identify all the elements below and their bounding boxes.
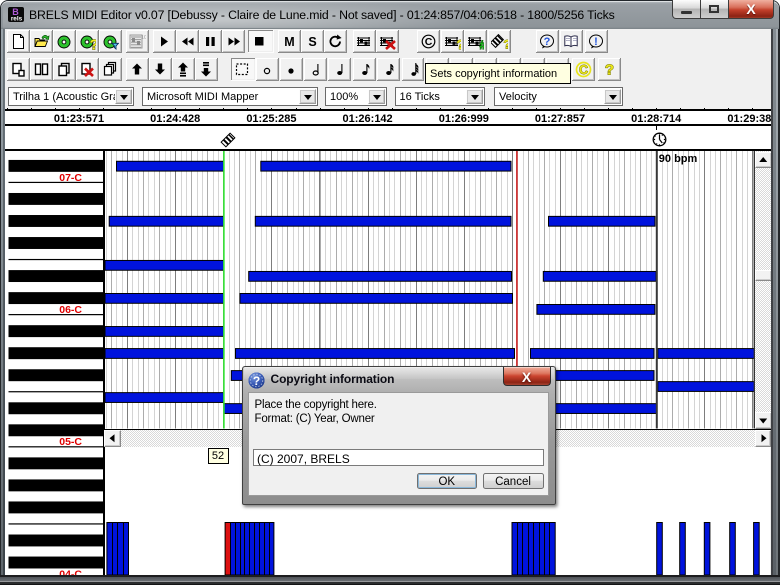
svg-text:S: S	[308, 35, 316, 49]
svg-text:?: ?	[544, 36, 551, 48]
svg-text:C: C	[579, 63, 588, 77]
svg-text:!: !	[594, 36, 598, 48]
svg-text:06-C: 06-C	[59, 304, 82, 316]
svg-text:?: ?	[605, 62, 614, 79]
svg-text:90 bpm: 90 bpm	[658, 153, 697, 165]
svg-text:?: ?	[252, 374, 259, 388]
svg-text:10: 10	[141, 35, 146, 41]
svg-text:C: C	[425, 36, 433, 48]
svg-text:?: ?	[504, 38, 509, 51]
svg-text:M: M	[284, 35, 294, 49]
svg-text:?: ?	[90, 37, 97, 51]
svg-text:?: ?	[457, 37, 462, 50]
svg-text:05-C: 05-C	[59, 436, 82, 448]
svg-text:04-C: 04-C	[59, 568, 82, 575]
svg-text:#: #	[480, 38, 485, 50]
svg-text:07-C: 07-C	[59, 172, 82, 184]
svg-text:rels: rels	[11, 16, 23, 22]
